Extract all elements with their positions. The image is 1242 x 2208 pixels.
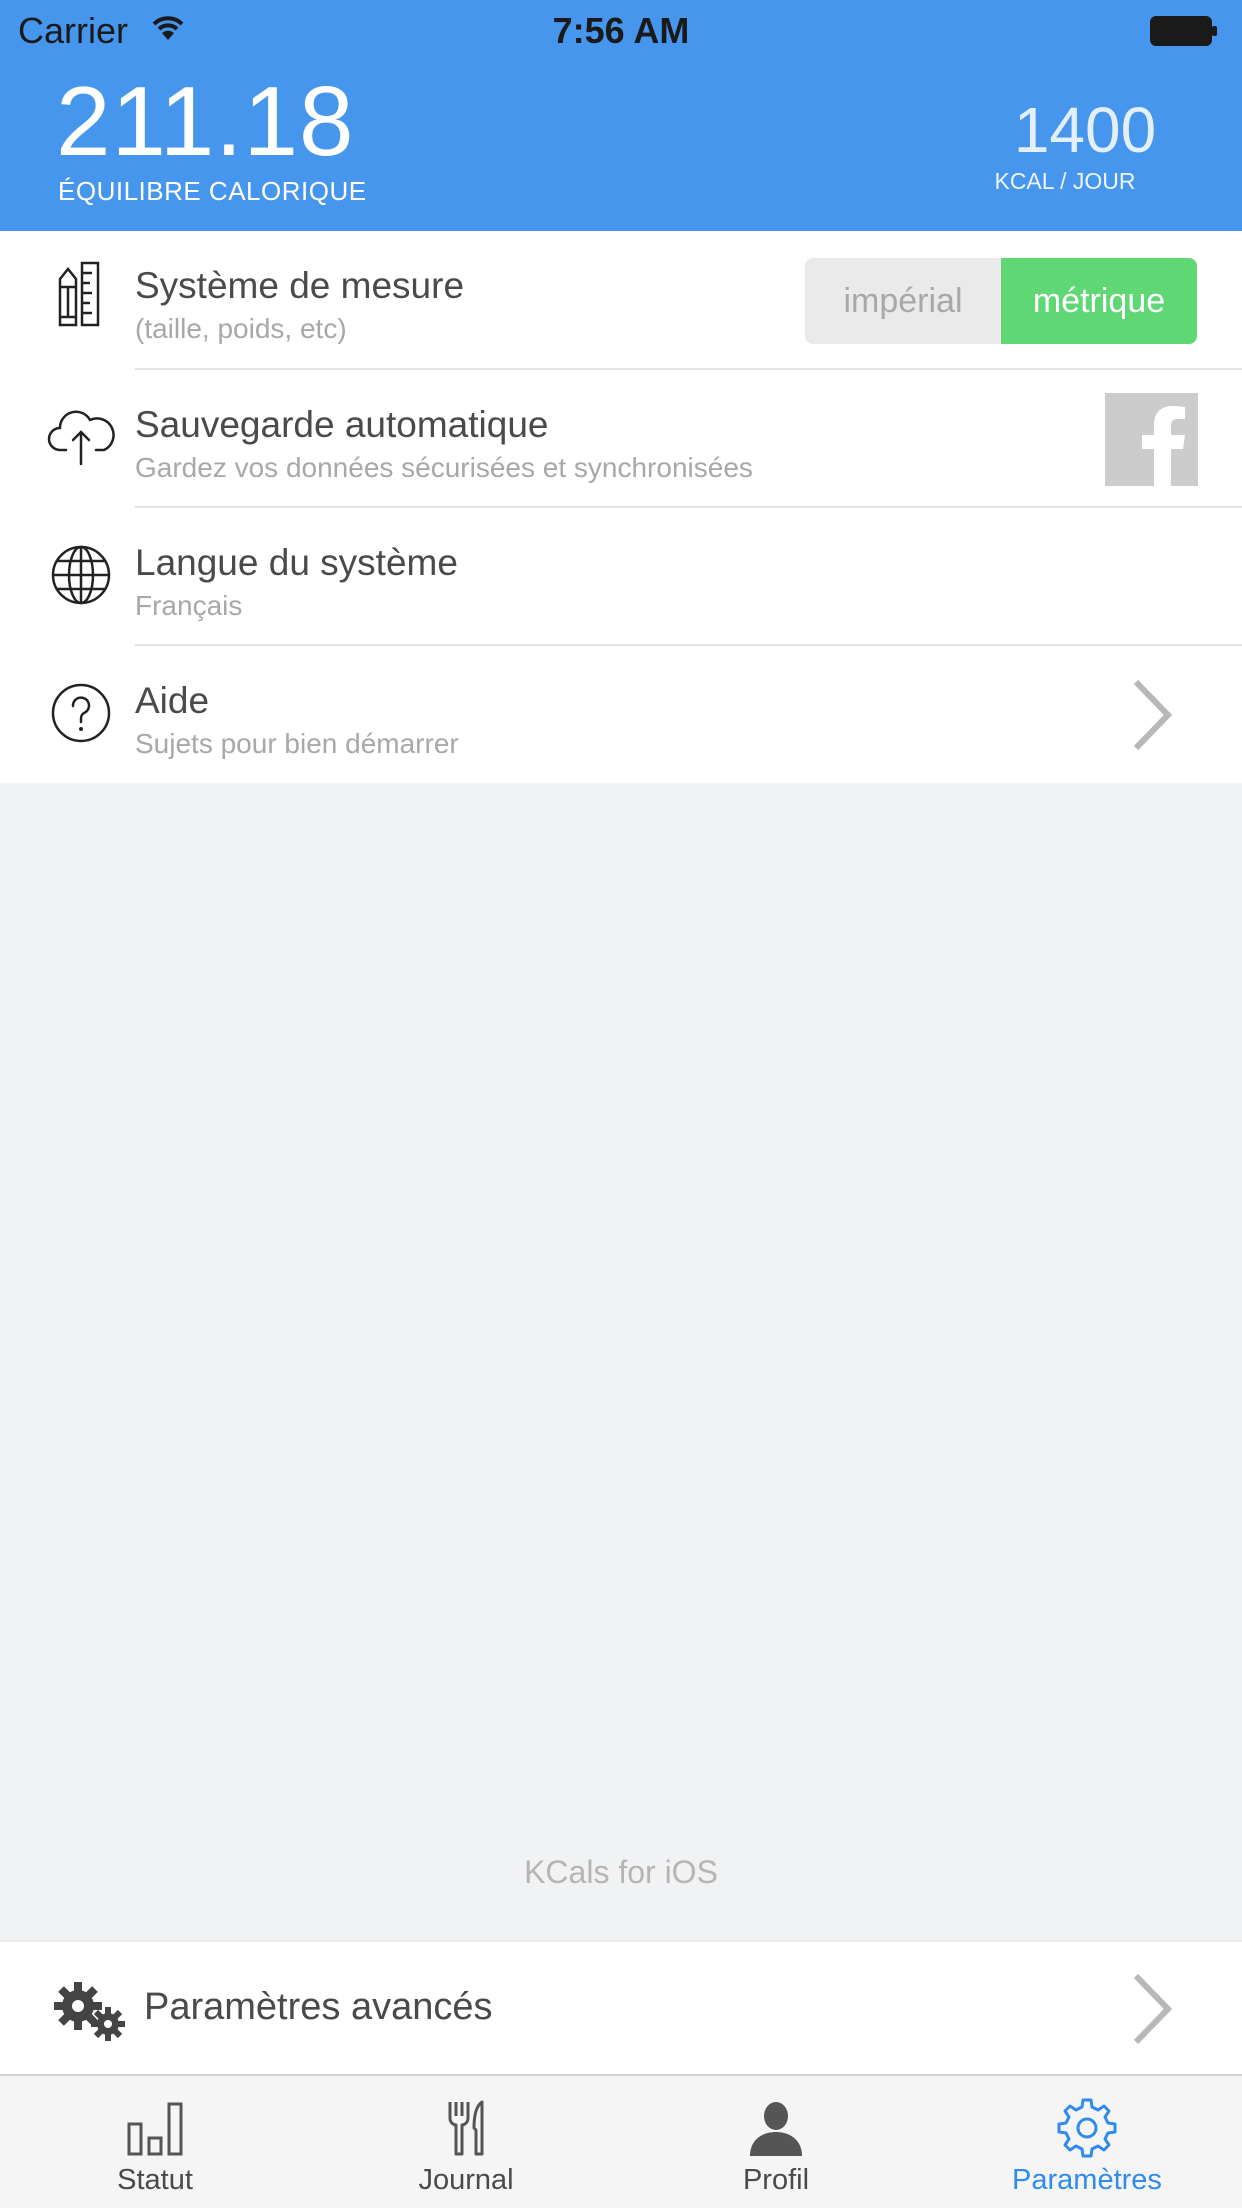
chevron-right-icon xyxy=(1133,1973,1173,2045)
person-icon xyxy=(750,2102,802,2156)
language-title: Langue du système xyxy=(135,542,458,583)
bar-chart-icon xyxy=(127,2102,183,2156)
tab-parametres[interactable]: Paramètres xyxy=(932,2076,1242,2208)
globe-icon xyxy=(51,545,111,605)
tab-profil[interactable]: Profil xyxy=(621,2076,931,2208)
imperial-option[interactable]: impérial xyxy=(805,258,1001,344)
gears-icon xyxy=(54,1982,125,2041)
advanced-settings-row[interactable]: Paramètres avancés xyxy=(0,1940,1242,2076)
measure-system-subtitle: (taille, poids, etc) xyxy=(135,313,347,344)
gear-icon xyxy=(1057,2098,1117,2158)
settings-list: Système de mesure (taille, poids, etc) i… xyxy=(0,231,1242,783)
calorie-balance-label: ÉQUILIBRE CALORIQUE xyxy=(58,176,367,206)
chevron-right-icon xyxy=(1133,679,1173,751)
cloud-upload-icon xyxy=(47,410,115,466)
tab-statut-label: Statut xyxy=(117,2164,193,2196)
measure-system-toggle: impérial métrique xyxy=(805,258,1197,344)
tab-parametres-label: Paramètres xyxy=(1012,2164,1162,2196)
tab-bar: Statut Journal Profil Paramètres xyxy=(0,2074,1242,2208)
language-value: Français xyxy=(135,590,243,621)
tab-journal-label: Journal xyxy=(418,2164,514,2196)
facebook-icon xyxy=(1142,406,1185,486)
settings-screen: Carrier 7:56 AM 211.18 ÉQUILIBRE CALORIQ… xyxy=(0,0,1242,2208)
measure-system-title: Système de mesure xyxy=(135,265,465,306)
ruler-pencil-icon xyxy=(58,261,100,327)
battery-icon xyxy=(1150,16,1217,46)
auto-backup-title: Sauvegarde automatique xyxy=(135,404,549,445)
status-time: 7:56 AM xyxy=(552,10,690,51)
tab-profil-label: Profil xyxy=(742,2164,810,2196)
language-row[interactable]: Langue du système Français xyxy=(0,508,1242,644)
advanced-settings-label: Paramètres avancés xyxy=(144,1986,493,2028)
measure-system-row: Système de mesure (taille, poids, etc) i… xyxy=(0,231,1242,369)
help-icon xyxy=(51,683,111,743)
metric-option[interactable]: métrique xyxy=(1001,258,1197,344)
help-title: Aide xyxy=(135,680,210,721)
facebook-login-button[interactable] xyxy=(1105,393,1198,486)
kcal-per-day-value: 1400 xyxy=(1013,94,1157,166)
auto-backup-subtitle: Gardez vos données sécurisées et synchro… xyxy=(135,452,753,483)
tab-statut[interactable]: Statut xyxy=(0,2076,310,2208)
tab-journal[interactable]: Journal xyxy=(311,2076,621,2208)
header: Carrier 7:56 AM 211.18 ÉQUILIBRE CALORIQ… xyxy=(0,0,1242,231)
fork-knife-icon xyxy=(448,2100,484,2156)
help-subtitle: Sujets pour bien démarrer xyxy=(135,728,459,759)
calorie-balance-value: 211.18 xyxy=(56,66,355,176)
app-version-label: KCals for iOS xyxy=(524,1854,718,1890)
auto-backup-row: Sauvegarde automatique Gardez vos donnée… xyxy=(0,370,1242,506)
kcal-per-day-label: KCAL / JOUR xyxy=(994,168,1136,194)
help-row[interactable]: Aide Sujets pour bien démarrer xyxy=(0,646,1242,783)
